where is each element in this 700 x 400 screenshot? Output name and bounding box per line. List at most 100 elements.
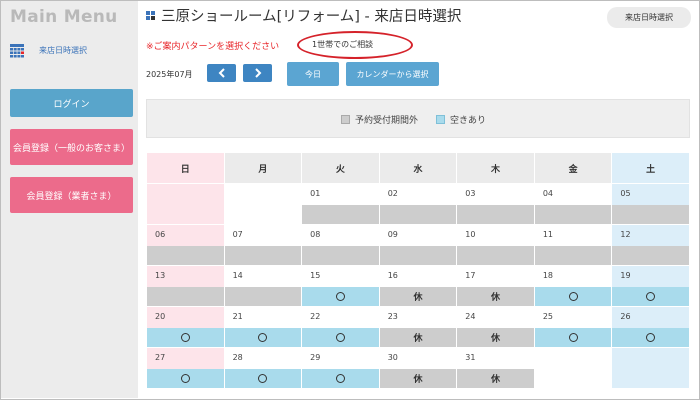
day-number: 16 (387, 271, 398, 280)
calendar-day-cell[interactable]: 26 (611, 306, 690, 348)
legend-closed-label: 予約受付期間外 (355, 116, 419, 126)
circle-available-icon (335, 333, 345, 342)
calendar-day-cell: 05 (611, 183, 690, 225)
unavailable-slot (612, 246, 689, 265)
calendar-week-row: 27 28 29 30 休 31 休 (146, 347, 690, 389)
day-number: 09 (387, 230, 398, 239)
day-number: 13 (155, 271, 166, 280)
circle-available-icon (568, 292, 578, 301)
sidebar-title: Main Menu (10, 7, 118, 27)
closed-swatch (341, 115, 350, 124)
calendar-day-cell: 12 (611, 224, 690, 266)
legend-closed: 予約受付期間外 (341, 113, 418, 126)
circle-available-icon (258, 374, 268, 383)
available-slot[interactable] (534, 287, 612, 306)
chevron-right-icon (254, 68, 261, 78)
unavailable-slot (457, 246, 534, 265)
unavailable-slot (534, 246, 612, 265)
sidebar-link-visit-datetime[interactable]: 来店日時選択 (39, 45, 87, 56)
calendar-day-cell: 06 (146, 224, 225, 266)
calendar-day-cell: 24 休 (456, 306, 535, 348)
unavailable-slot (612, 205, 689, 224)
unavailable-slot: 休 (379, 328, 457, 347)
unavailable-slot (302, 205, 379, 224)
circle-available-icon (646, 333, 656, 342)
month-label: 2025年07月 (146, 70, 193, 79)
calendar-day-cell[interactable]: 19 (611, 265, 690, 307)
unavailable-slot: 休 (379, 369, 457, 388)
weekday-header: 火 (301, 152, 380, 184)
circle-available-icon (568, 333, 578, 342)
circle-available-icon (335, 374, 345, 383)
calendar-day-cell: 07 (223, 224, 303, 266)
available-slot[interactable] (302, 369, 379, 388)
unavailable-slot (224, 287, 302, 306)
available-slot[interactable] (612, 287, 689, 306)
calendar-day-cell[interactable]: 20 (146, 306, 225, 348)
calendar-day-cell[interactable]: 28 (223, 347, 303, 389)
calendar-day-cell: 04 (533, 183, 613, 225)
register-business-button[interactable]: 会員登録（業者さま） (10, 177, 133, 213)
day-number: 30 (387, 353, 398, 362)
available-slot[interactable] (612, 328, 689, 347)
calendar-grid-icon (10, 44, 24, 58)
day-number: 02 (387, 189, 398, 198)
unavailable-slot (379, 205, 457, 224)
weekday-header: 金 (533, 152, 613, 184)
day-number: 04 (542, 189, 553, 198)
prev-month-button[interactable] (207, 64, 236, 82)
unavailable-slot (147, 287, 224, 306)
calendar-day-cell[interactable]: 22 (301, 306, 380, 348)
weekday-header: 木 (456, 152, 535, 184)
day-number: 29 (310, 353, 321, 362)
unavailable-slot (457, 205, 534, 224)
calendar-day-cell: 23 休 (378, 306, 458, 348)
day-number: 07 (232, 230, 243, 239)
calendar-day-cell[interactable]: 27 (146, 347, 225, 389)
legend-open-label: 空きあり (450, 116, 487, 126)
calendar-day-cell: 03 (456, 183, 535, 225)
available-slot[interactable] (302, 328, 379, 347)
calendar-day-cell: 30 休 (378, 347, 458, 389)
highlight-ring (297, 31, 413, 59)
login-button[interactable]: ログイン (10, 89, 133, 117)
weekday-header: 土 (611, 152, 690, 184)
day-number: 11 (542, 230, 553, 239)
day-number: 01 (310, 189, 321, 198)
day-number: 22 (310, 312, 321, 321)
weekday-header: 水 (378, 152, 458, 184)
calendar-day-cell: 10 (456, 224, 535, 266)
title-squares-icon (146, 11, 155, 20)
calendar-day-cell: 17 休 (456, 265, 535, 307)
unavailable-slot: 休 (457, 369, 534, 388)
available-slot[interactable] (224, 328, 302, 347)
day-number: 10 (465, 230, 476, 239)
day-number: 27 (155, 353, 166, 362)
unavailable-slot (147, 246, 224, 265)
calendar-day-cell: 13 (146, 265, 225, 307)
day-number: 12 (620, 230, 631, 239)
available-slot[interactable] (224, 369, 302, 388)
available-slot[interactable] (534, 328, 612, 347)
available-slot[interactable] (147, 328, 224, 347)
pattern-notice: ※ご案内パターンを選択ください (146, 42, 280, 52)
holiday-label: 休 (413, 334, 423, 344)
day-number: 28 (232, 353, 243, 362)
holiday-label: 休 (491, 293, 501, 303)
calendar-day-cell[interactable]: 15 (301, 265, 380, 307)
next-month-button[interactable] (243, 64, 272, 82)
circle-available-icon (258, 333, 268, 342)
calendar-day-cell[interactable]: 29 (301, 347, 380, 389)
available-slot[interactable] (302, 287, 379, 306)
available-slot[interactable] (147, 369, 224, 388)
holiday-label: 休 (491, 334, 501, 344)
calendar-week-row: 01 02 03 04 05 (146, 183, 690, 225)
calendar-day-cell[interactable]: 25 (533, 306, 613, 348)
register-general-button[interactable]: 会員登録（一般のお客さま） (10, 129, 133, 165)
calendar-select-button[interactable]: カレンダーから選択 (346, 62, 439, 86)
today-button[interactable]: 今日 (287, 62, 339, 86)
calendar-day-cell[interactable]: 18 (533, 265, 613, 307)
calendar-day-cell[interactable]: 21 (223, 306, 303, 348)
calendar-day-cell: 01 (301, 183, 380, 225)
day-number: 26 (620, 312, 631, 321)
